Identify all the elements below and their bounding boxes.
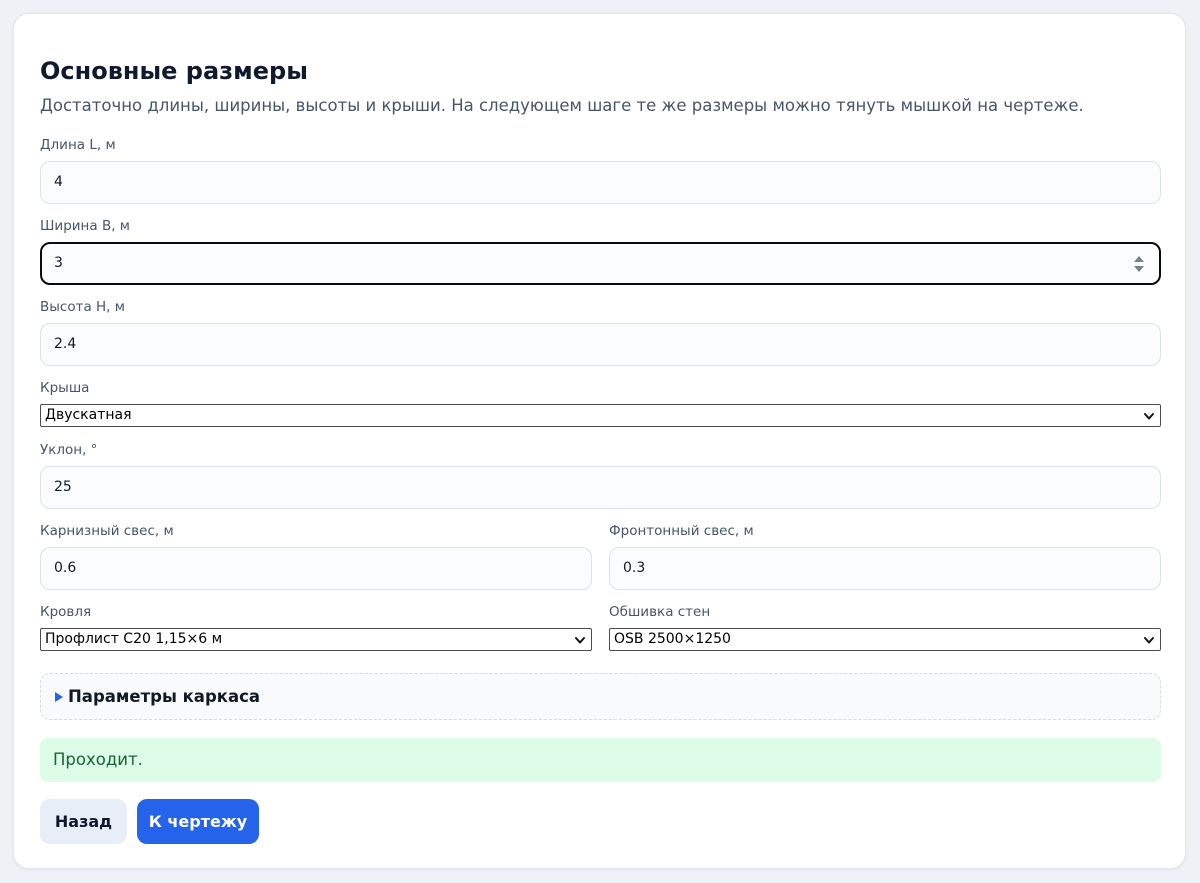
triangle-right-icon [55,692,63,702]
page-subtitle: Достаточно длины, ширины, высоты и крыши… [40,96,1084,115]
roofing-label: Кровля [40,604,92,620]
roof-value: Двускатная [45,407,132,423]
chevron-down-icon [1144,413,1154,420]
eave-overhang-value: 0.6 [54,560,77,576]
chevron-down-icon [575,637,585,644]
length-label: Длина L, м [40,137,116,153]
slope-label: Уклон, ° [40,442,98,458]
frame-parameters-label: Параметры каркаса [68,687,260,706]
slope-input[interactable]: 25 [40,466,1161,509]
wall-cladding-label: Обшивка стен [609,604,711,620]
gable-overhang-input[interactable]: 0.3 [609,547,1161,590]
width-value: 3 [54,255,63,271]
eave-overhang-input[interactable]: 0.6 [40,547,592,590]
height-value: 2.4 [54,336,77,352]
chevron-down-icon [1144,637,1154,644]
roofing-select[interactable]: Профлист С20 1,15×6 м [40,628,592,651]
status-message: Проходит. [40,738,1161,782]
wall-cladding-select[interactable]: OSB 2500×1250 [609,628,1161,651]
height-input[interactable]: 2.4 [40,323,1161,366]
length-input[interactable]: 4 [40,161,1161,204]
width-input[interactable]: 3 [40,242,1161,285]
wall-cladding-value: OSB 2500×1250 [614,631,731,647]
roofing-value: Профлист С20 1,15×6 м [45,631,223,647]
dimensions-card: Основные размеры Достаточно длины, ширин… [13,13,1186,869]
frame-parameters-toggle[interactable]: Параметры каркаса [40,673,1161,720]
eave-overhang-label: Карнизный свес, м [40,523,174,539]
back-button[interactable]: Назад [40,799,127,844]
height-label: Высота H, м [40,299,125,315]
width-label: Ширина B, м [40,218,130,234]
roof-label: Крыша [40,380,90,396]
to-drawing-button[interactable]: К чертежу [137,799,259,844]
length-value: 4 [54,174,63,190]
slope-value: 25 [54,479,72,495]
roof-select[interactable]: Двускатная [40,404,1161,427]
spinner-icon[interactable] [1133,255,1145,273]
gable-overhang-value: 0.3 [623,560,646,576]
gable-overhang-label: Фронтонный свес, м [609,523,754,539]
page-title: Основные размеры [40,57,308,85]
